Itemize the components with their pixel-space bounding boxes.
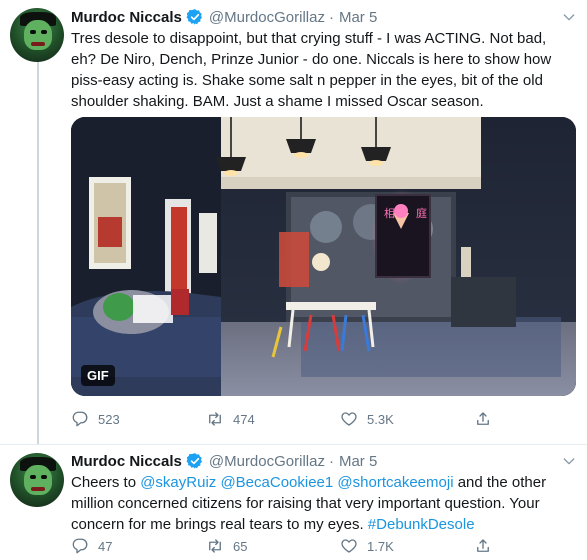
reply-button[interactable]: 523 [71,410,120,428]
avatar-eye [41,30,47,34]
tweet-header: Murdoc Niccals @MurdocGorillaz · Mar 5 [71,6,377,28]
retweet-count: 65 [233,538,248,554]
svg-text:相: 相 [384,207,395,220]
like-button[interactable]: 5.3K [340,410,394,428]
avatar-mouth [31,42,45,46]
text-fragment: and the other [453,474,547,491]
reply-button[interactable]: 47 [71,537,112,555]
reply-icon [72,411,88,427]
share-icon [477,539,489,552]
svg-text:庭: 庭 [416,206,427,220]
tweet-1[interactable]: Murdoc Niccals @MurdocGorillaz · Mar 5 T… [0,0,587,445]
author-name[interactable]: Murdoc Niccals [71,9,182,26]
tweet-date[interactable]: Mar 5 [339,9,377,26]
verified-badge-icon [186,453,202,469]
like-icon [341,539,357,553]
tweet-text-line: Cheers to @skayRuiz @BecaCookiee1 @short… [71,472,576,493]
tweet-2[interactable]: Murdoc Niccals @MurdocGorillaz · Mar 5 C… [0,445,587,560]
tweet-text: Cheers to @skayRuiz @BecaCookiee1 @short… [71,472,576,535]
avatar[interactable] [10,8,64,62]
avatar-mouth [31,487,45,491]
thread-connector-line [37,62,39,444]
separator-dot: · [328,8,334,26]
like-button[interactable]: 1.7K [340,537,394,555]
share-button[interactable] [474,410,501,428]
reply-icon [72,538,88,554]
tweet-header: Murdoc Niccals @MurdocGorillaz · Mar 5 [71,450,377,472]
tweet-text-line: Tres desole to disappoint, but that cryi… [71,30,547,47]
author-name[interactable]: Murdoc Niccals [71,453,182,470]
tweet-text: Tres desole to disappoint, but that cryi… [71,28,576,112]
reply-count: 523 [98,411,120,427]
avatar-eye [30,475,36,479]
verified-badge-icon [186,9,202,25]
hashtag-link[interactable]: #DebunkDesole [368,516,475,533]
like-count: 1.7K [367,538,394,554]
tweet-date[interactable]: Mar 5 [339,453,377,470]
avatar-eye [41,475,47,479]
retweet-count: 474 [233,411,255,427]
tweet-text-line: eh? De Niro, Dench, Prinze Junior - do o… [71,51,552,68]
retweet-button[interactable]: 65 [206,537,247,555]
text-fragment: Cheers to [71,474,141,491]
share-button[interactable] [474,537,501,555]
author-handle[interactable]: @MurdocGorillaz [209,453,325,470]
tweet-text-line: concern for me brings real tears to my e… [71,514,576,535]
like-count: 5.3K [367,411,394,427]
gif-scene: 相 庭 [71,117,576,396]
mention-link[interactable]: @BecaCookiee1 [220,474,333,491]
retweet-icon [209,539,221,553]
retweet-icon [209,412,221,426]
mention-link[interactable]: @skayRuiz [140,474,216,491]
text-fragment: concern for me brings real tears to my e… [71,516,368,533]
gif-badge: GIF [81,365,115,386]
retweet-button[interactable]: 474 [206,410,255,428]
author-handle[interactable]: @MurdocGorillaz [209,9,325,26]
avatar-eye [30,30,36,34]
tweet-text-line: piss-easy acting is. Shake some salt n p… [71,72,543,89]
gif-media[interactable]: 相 庭 GIF [71,117,576,396]
chevron-down-icon[interactable] [561,9,577,25]
mention-link[interactable]: @shortcakeemoji [337,474,453,491]
separator-dot: · [328,452,334,470]
chevron-down-icon[interactable] [561,453,577,469]
tweet-text-line: million concerned citizens for raising t… [71,495,540,512]
like-icon [341,412,357,426]
share-icon [477,412,489,425]
avatar[interactable] [10,453,64,507]
reply-count: 47 [98,538,113,554]
tweet-text-line: shoulder shaking. BAM. Just a shame I mi… [71,93,484,110]
